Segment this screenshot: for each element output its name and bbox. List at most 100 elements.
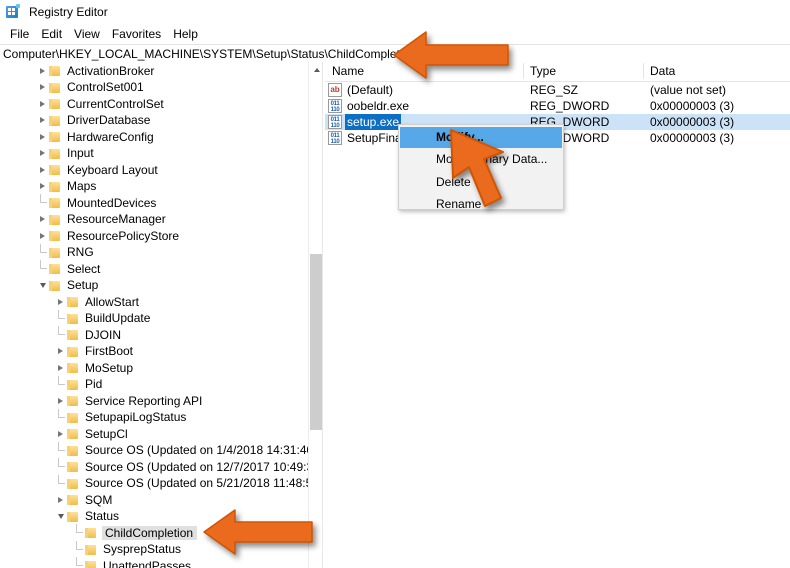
folder-icon xyxy=(67,296,80,308)
chevron-right-icon[interactable] xyxy=(36,112,49,129)
menu-view[interactable]: View xyxy=(68,25,106,43)
tree-item-keyboard-layout[interactable]: Keyboard Layout xyxy=(36,161,158,178)
tree-item-hardwareconfig[interactable]: HardwareConfig xyxy=(36,128,154,145)
folder-icon xyxy=(49,246,62,258)
tree-item-controlset001[interactable]: ControlSet001 xyxy=(36,79,144,96)
chevron-right-icon[interactable] xyxy=(36,128,49,145)
folder-icon xyxy=(85,560,98,568)
menu-file[interactable]: File xyxy=(4,25,35,43)
value-type: REG_DWORD xyxy=(530,99,610,113)
tree-item-childcompletion[interactable]: ChildCompletion xyxy=(72,524,198,541)
tree-item-source-os-updated-on-12-7-2017-10-49-3[interactable]: Source OS (Updated on 12/7/2017 10:49:3 xyxy=(54,458,308,475)
window-title: Registry Editor xyxy=(29,5,108,19)
value-data: 0x00000003 (3) xyxy=(650,99,735,113)
tree-item-resourcepolicystore[interactable]: ResourcePolicyStore xyxy=(36,227,179,244)
tree-item-mosetup[interactable]: MoSetup xyxy=(54,359,133,376)
tree-item-driverdatabase[interactable]: DriverDatabase xyxy=(36,112,150,129)
tree-item-source-os-updated-on-1-4-2018-14-31-40[interactable]: Source OS (Updated on 1/4/2018 14:31:40 xyxy=(54,441,308,459)
tree-item-sysprepstatus[interactable]: SysprepStatus xyxy=(72,540,181,558)
tree-item-setup[interactable]: Setup xyxy=(36,277,98,294)
tree-item-firstboot[interactable]: FirstBoot xyxy=(54,343,133,360)
tree-item-label: FirstBoot xyxy=(85,344,134,358)
folder-icon xyxy=(67,395,80,407)
mouse-cursor-over-modify-menu-item xyxy=(450,129,504,207)
tree-item-service-reporting-api[interactable]: Service Reporting API xyxy=(54,392,202,409)
tree-item-label: RNG xyxy=(67,245,94,259)
chevron-right-icon[interactable] xyxy=(54,392,67,409)
tree-item-status[interactable]: Status xyxy=(54,508,119,525)
chevron-right-icon[interactable] xyxy=(36,178,49,195)
tree-connector-line xyxy=(54,408,67,426)
chevron-right-icon[interactable] xyxy=(36,211,49,228)
chevron-right-icon[interactable] xyxy=(54,491,67,508)
tree-item-buildupdate[interactable]: BuildUpdate xyxy=(54,309,151,327)
column-header-name[interactable]: Name xyxy=(332,64,364,78)
chevron-right-icon[interactable] xyxy=(36,79,49,96)
menu-edit[interactable]: Edit xyxy=(35,25,68,43)
chevron-right-icon[interactable] xyxy=(54,359,67,376)
folder-icon xyxy=(67,378,80,390)
chevron-down-icon[interactable] xyxy=(36,277,49,294)
tree-item-label: ChildCompletion xyxy=(102,525,198,540)
tree-item-mounteddevices[interactable]: MountedDevices xyxy=(36,194,156,211)
reg-dword-icon: 011 110 xyxy=(328,115,342,129)
folder-icon xyxy=(49,147,62,159)
tree-connector-line xyxy=(54,326,67,343)
tree-item-pid[interactable]: Pid xyxy=(54,375,103,393)
value-name: setup.exe xyxy=(345,114,402,130)
tree-item-label: Pid xyxy=(85,377,103,391)
folder-icon xyxy=(67,345,80,357)
tree-connector-line xyxy=(54,474,67,492)
folder-icon xyxy=(49,213,62,225)
value-data: 0x00000003 (3) xyxy=(650,115,735,129)
tree-item-label: UnattendPasses xyxy=(103,558,192,568)
tree-item-input[interactable]: Input xyxy=(36,145,94,162)
tree-item-allowstart[interactable]: AllowStart xyxy=(54,293,139,310)
tree-connector-line xyxy=(54,458,67,475)
chevron-right-icon[interactable] xyxy=(54,293,67,310)
left-arrow-pointing-at-childcompletion-key xyxy=(203,509,313,555)
tree-item-rng[interactable]: RNG xyxy=(36,243,94,261)
tree-item-activationbroker[interactable]: ActivationBroker xyxy=(36,62,154,79)
chevron-right-icon[interactable] xyxy=(36,161,49,178)
tree-item-setupcl[interactable]: SetupCl xyxy=(54,425,128,442)
chevron-right-icon[interactable] xyxy=(36,95,49,112)
folder-icon xyxy=(49,164,62,176)
tree-item-label: Input xyxy=(67,146,94,160)
tree-connector-line xyxy=(36,194,49,211)
chevron-right-icon[interactable] xyxy=(36,62,49,79)
tree-item-label: HardwareConfig xyxy=(67,129,154,144)
tree-item-setupapilogstatus[interactable]: SetupapiLogStatus xyxy=(54,408,186,426)
tree-item-label: ControlSet001 xyxy=(67,80,144,94)
folder-icon xyxy=(67,461,80,473)
menu-help[interactable]: Help xyxy=(167,25,204,43)
reg-sz-icon: ab xyxy=(328,83,342,97)
column-header-type[interactable]: Type xyxy=(530,64,556,78)
chevron-right-icon[interactable] xyxy=(54,343,67,360)
tree-item-djoin[interactable]: DJOIN xyxy=(54,326,121,343)
reg-dword-icon: 011 110 xyxy=(328,99,342,113)
chevron-right-icon[interactable] xyxy=(54,425,67,442)
registry-tree-pane[interactable]: ActivationBroker ControlSet001 CurrentCont… xyxy=(0,62,308,568)
tree-item-select[interactable]: Select xyxy=(36,260,100,277)
chevron-right-icon[interactable] xyxy=(36,145,49,162)
value-row[interactable]: ab (Default) REG_SZ (value not set) xyxy=(325,82,790,98)
tree-item-unattendpasses[interactable]: UnattendPasses xyxy=(72,557,191,568)
tree-item-maps[interactable]: Maps xyxy=(36,178,96,195)
tree-item-label: MoSetup xyxy=(85,360,134,375)
chevron-down-icon[interactable] xyxy=(54,508,67,525)
menu-favorites[interactable]: Favorites xyxy=(106,25,167,43)
tree-item-label: CurrentControlSet xyxy=(67,96,164,111)
tree-item-label: BuildUpdate xyxy=(85,311,151,325)
chevron-right-icon[interactable] xyxy=(36,227,49,244)
value-row[interactable]: 011 110 oobeldr.exe REG_DWORD 0x00000003 (3) xyxy=(325,98,790,114)
tree-item-label: Service Reporting API xyxy=(85,393,203,408)
tree-item-source-os-updated-on-5-21-2018-11-48-5[interactable]: Source OS (Updated on 5/21/2018 11:48:5 xyxy=(54,474,308,492)
column-header-data[interactable]: Data xyxy=(650,64,675,78)
tree-item-sqm[interactable]: SQM xyxy=(54,491,112,508)
tree-connector-line xyxy=(54,309,67,327)
tree-item-currentcontrolset[interactable]: CurrentControlSet xyxy=(36,95,164,112)
value-name: (Default) xyxy=(347,83,394,97)
tree-item-label: Source OS (Updated on 1/4/2018 14:31:40 xyxy=(85,443,308,457)
tree-item-resourcemanager[interactable]: ResourceManager xyxy=(36,211,166,228)
